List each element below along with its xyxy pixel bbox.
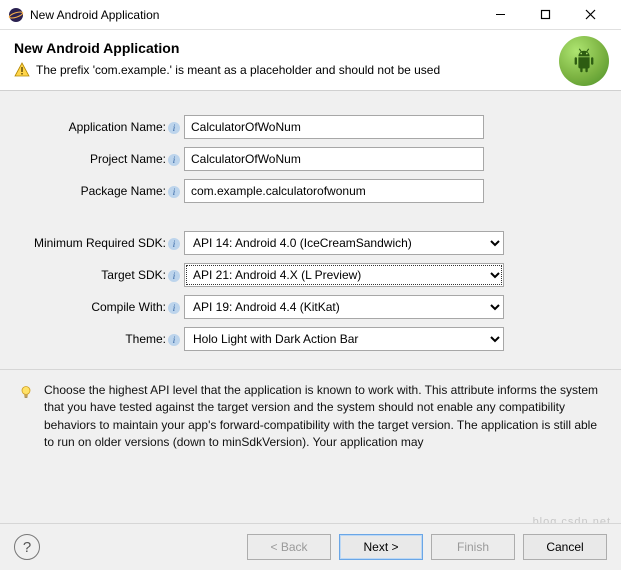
back-button: < Back	[247, 534, 331, 560]
footer: ? < Back Next > Finish Cancel	[0, 523, 621, 570]
header-message: The prefix 'com.example.' is meant as a …	[36, 63, 440, 77]
info-icon[interactable]: i	[168, 154, 180, 166]
info-icon[interactable]: i	[168, 270, 180, 282]
min-sdk-label: Minimum Required SDK:i	[14, 236, 184, 250]
window-title: New Android Application	[30, 8, 478, 22]
wizard-header: New Android Application The prefix 'com.…	[0, 30, 621, 90]
maximize-button[interactable]	[523, 1, 568, 29]
titlebar: New Android Application	[0, 0, 621, 30]
target-sdk-select[interactable]: API 21: Android 4.X (L Preview)	[184, 263, 504, 287]
theme-select[interactable]: Holo Light with Dark Action Bar	[184, 327, 504, 351]
compile-with-label: Compile With:i	[14, 300, 184, 314]
project-name-field[interactable]	[184, 147, 484, 171]
help-button[interactable]: ?	[14, 534, 40, 560]
header-message-row: The prefix 'com.example.' is meant as a …	[14, 62, 607, 78]
cancel-button[interactable]: Cancel	[523, 534, 607, 560]
min-sdk-select[interactable]: API 14: Android 4.0 (IceCreamSandwich)	[184, 231, 504, 255]
app-name-field[interactable]	[184, 115, 484, 139]
close-button[interactable]	[568, 1, 613, 29]
project-name-label: Project Name:i	[14, 152, 184, 166]
lightbulb-icon	[18, 384, 34, 400]
info-icon[interactable]: i	[168, 122, 180, 134]
target-sdk-label: Target SDK:i	[14, 268, 184, 282]
hint-text: Choose the highest API level that the ap…	[44, 382, 607, 452]
hint-area: Choose the highest API level that the ap…	[0, 369, 621, 462]
minimize-button[interactable]	[478, 1, 523, 29]
compile-with-select[interactable]: API 19: Android 4.4 (KitKat)	[184, 295, 504, 319]
warning-icon	[14, 62, 30, 78]
form-area: Application Name:i Project Name:i Packag…	[0, 91, 621, 369]
page-title: New Android Application	[14, 40, 607, 56]
finish-button: Finish	[431, 534, 515, 560]
package-name-label: Package Name:i	[14, 184, 184, 198]
info-icon[interactable]: i	[168, 334, 180, 346]
info-icon[interactable]: i	[168, 302, 180, 314]
eclipse-icon	[8, 7, 24, 23]
app-name-label: Application Name:i	[14, 120, 184, 134]
package-name-field[interactable]	[184, 179, 484, 203]
info-icon[interactable]: i	[168, 186, 180, 198]
next-button[interactable]: Next >	[339, 534, 423, 560]
android-icon	[559, 36, 609, 86]
theme-label: Theme:i	[14, 332, 184, 346]
info-icon[interactable]: i	[168, 238, 180, 250]
